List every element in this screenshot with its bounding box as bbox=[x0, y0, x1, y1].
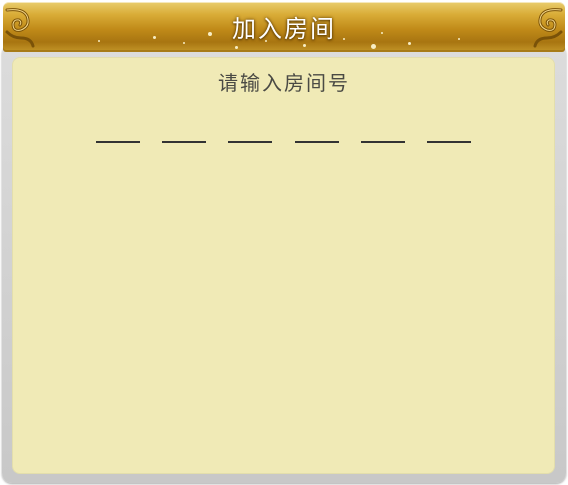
room-digit-slot-6[interactable] bbox=[427, 141, 471, 143]
room-digit-slot-3[interactable] bbox=[228, 141, 272, 143]
room-digit-slot-1[interactable] bbox=[96, 141, 140, 143]
dialog-title: 加入房间 bbox=[232, 15, 336, 43]
room-digit-slot-4[interactable] bbox=[295, 141, 339, 143]
content-panel bbox=[12, 57, 555, 474]
room-digit-slot-2[interactable] bbox=[162, 141, 206, 143]
room-digit-slot-5[interactable] bbox=[361, 141, 405, 143]
room-number-prompt: 请输入房间号 bbox=[218, 71, 350, 95]
join-room-dialog: 加入房间 请输入房间号 bbox=[0, 0, 568, 485]
